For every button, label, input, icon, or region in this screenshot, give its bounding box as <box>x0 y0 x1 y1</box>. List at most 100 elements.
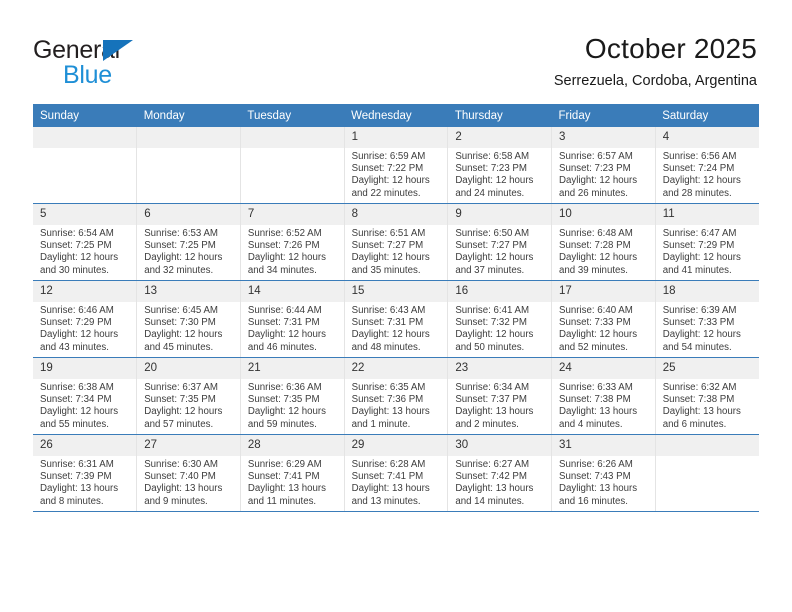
calendar-cell-empty <box>136 127 241 204</box>
day-sun-info: Sunrise: 6:51 AM Sunset: 7:27 PM Daylight:… <box>345 225 448 277</box>
daylight-text-line1: Daylight: 12 hours <box>40 406 119 418</box>
day-number: 23 <box>448 358 552 379</box>
calendar-day-cell[interactable]: 17 Sunrise: 6:40 AM Sunset: 7:33 PM Dayligh… <box>551 280 656 358</box>
daylight-text-line1: Daylight: 12 hours <box>247 329 326 341</box>
calendar-day-cell[interactable]: 12 Sunrise: 6:46 AM Sunset: 7:29 PM Dayligh… <box>33 280 137 358</box>
daylight-text-line2: and 37 minutes. <box>455 264 525 276</box>
day-number: 21 <box>240 358 344 379</box>
sunset-text: Sunset: 7:26 PM <box>247 240 320 252</box>
calendar-day-cell[interactable]: 16 Sunrise: 6:41 AM Sunset: 7:32 PM Dayligh… <box>447 280 552 358</box>
calendar-day-cell[interactable]: 2 Sunrise: 6:58 AM Sunset: 7:23 PM Daylight… <box>447 127 552 204</box>
daylight-text-line1: Daylight: 13 hours <box>40 483 119 495</box>
weekday-header-wednesday: Wednesday <box>344 104 448 127</box>
day-sun-info: Sunrise: 6:37 AM Sunset: 7:35 PM Daylight:… <box>137 379 240 431</box>
calendar-day-cell[interactable]: 25 Sunrise: 6:32 AM Sunset: 7:38 PM Dayligh… <box>654 357 759 435</box>
calendar-day-cell[interactable]: 1 Sunrise: 6:59 AM Sunset: 7:22 PM Daylight… <box>343 127 448 204</box>
day-number: 19 <box>33 358 137 379</box>
daylight-text-line2: and 50 minutes. <box>455 341 525 353</box>
daylight-text-line1: Daylight: 12 hours <box>247 406 326 418</box>
general-blue-logo[interactable]: General Blue <box>33 36 253 89</box>
day-sun-info: Sunrise: 6:26 AM Sunset: 7:43 PM Daylight:… <box>552 456 655 508</box>
daylight-text-line2: and 13 minutes. <box>351 495 421 507</box>
calendar-day-cell[interactable]: 4 Sunrise: 6:56 AM Sunset: 7:24 PM Daylight… <box>654 127 759 204</box>
calendar-day-cell[interactable]: 20 Sunrise: 6:37 AM Sunset: 7:35 PM Dayligh… <box>136 357 241 435</box>
day-number <box>137 127 240 148</box>
weekday-header-tuesday: Tuesday <box>240 104 345 127</box>
calendar-day-cell[interactable]: 10 Sunrise: 6:48 AM Sunset: 7:28 PM Dayligh… <box>551 203 656 281</box>
calendar-day-cell[interactable]: 13 Sunrise: 6:45 AM Sunset: 7:30 PM Dayligh… <box>136 280 241 358</box>
daylight-text-line1: Daylight: 12 hours <box>144 406 223 418</box>
day-sun-info: Sunrise: 6:54 AM Sunset: 7:25 PM Daylight:… <box>33 225 136 277</box>
calendar-day-cell[interactable]: 27 Sunrise: 6:30 AM Sunset: 7:40 PM Dayligh… <box>136 434 241 512</box>
daylight-text-line1: Daylight: 12 hours <box>351 252 430 264</box>
location-subtitle: Serrezuela, Cordoba, Argentina <box>553 73 757 89</box>
weekday-header-saturday: Saturday <box>655 104 759 127</box>
calendar-day-cell[interactable]: 28 Sunrise: 6:29 AM Sunset: 7:41 PM Dayligh… <box>239 434 345 512</box>
sunset-text: Sunset: 7:35 PM <box>144 394 216 406</box>
day-sun-info: Sunrise: 6:56 AM Sunset: 7:24 PM Daylight:… <box>656 148 759 200</box>
calendar-day-cell[interactable]: 11 Sunrise: 6:47 AM Sunset: 7:29 PM Dayligh… <box>654 203 759 281</box>
day-number <box>655 435 759 456</box>
calendar-day-cell[interactable]: 24 Sunrise: 6:33 AM Sunset: 7:38 PM Dayligh… <box>551 357 656 435</box>
day-number <box>240 127 344 148</box>
sunset-text: Sunset: 7:28 PM <box>559 240 631 252</box>
calendar-day-cell[interactable]: 15 Sunrise: 6:43 AM Sunset: 7:31 PM Dayligh… <box>343 280 448 358</box>
daylight-text-line2: and 16 minutes. <box>559 495 628 507</box>
day-sun-info: Sunrise: 6:43 AM Sunset: 7:31 PM Daylight:… <box>345 302 448 354</box>
calendar-day-cell[interactable]: 18 Sunrise: 6:39 AM Sunset: 7:33 PM Dayligh… <box>654 280 759 358</box>
day-number: 15 <box>344 281 448 302</box>
sunset-text: Sunset: 7:27 PM <box>351 240 424 252</box>
sunrise-text: Sunrise: 6:43 AM <box>351 305 426 316</box>
day-number: 3 <box>552 127 655 148</box>
sunset-text: Sunset: 7:22 PM <box>351 163 424 175</box>
calendar-day-cell[interactable]: 29 Sunrise: 6:28 AM Sunset: 7:41 PM Dayligh… <box>343 434 448 512</box>
daylight-text-line1: Daylight: 13 hours <box>559 483 638 495</box>
sunrise-text: Sunrise: 6:50 AM <box>455 228 530 239</box>
calendar-day-cell[interactable]: 30 Sunrise: 6:27 AM Sunset: 7:42 PM Dayligh… <box>447 434 552 512</box>
daylight-text-line1: Daylight: 13 hours <box>351 483 430 495</box>
calendar-day-cell[interactable]: 21 Sunrise: 6:36 AM Sunset: 7:35 PM Dayligh… <box>239 357 345 435</box>
daylight-text-line2: and 43 minutes. <box>40 341 109 353</box>
calendar-day-cell[interactable]: 5 Sunrise: 6:54 AM Sunset: 7:25 PM Daylight… <box>33 203 137 281</box>
day-sun-info: Sunrise: 6:57 AM Sunset: 7:23 PM Daylight:… <box>552 148 655 200</box>
sunset-text: Sunset: 7:34 PM <box>40 394 112 406</box>
calendar-day-cell[interactable]: 22 Sunrise: 6:35 AM Sunset: 7:36 PM Dayligh… <box>343 357 448 435</box>
day-number: 24 <box>552 358 655 379</box>
calendar-day-cell[interactable]: 9 Sunrise: 6:50 AM Sunset: 7:27 PM Daylight… <box>447 203 552 281</box>
calendar-day-cell[interactable]: 26 Sunrise: 6:31 AM Sunset: 7:39 PM Dayligh… <box>33 434 137 512</box>
sunrise-text: Sunrise: 6:57 AM <box>559 151 633 162</box>
day-number: 1 <box>344 127 448 148</box>
daylight-text-line1: Daylight: 12 hours <box>455 252 534 264</box>
calendar-cell-empty <box>654 434 759 512</box>
calendar-day-cell[interactable]: 14 Sunrise: 6:44 AM Sunset: 7:31 PM Dayligh… <box>239 280 345 358</box>
day-number: 22 <box>344 358 448 379</box>
daylight-text-line2: and 1 minute. <box>351 418 411 430</box>
calendar-day-cell[interactable]: 31 Sunrise: 6:26 AM Sunset: 7:43 PM Dayligh… <box>551 434 656 512</box>
calendar-day-cell[interactable]: 8 Sunrise: 6:51 AM Sunset: 7:27 PM Daylight… <box>343 203 448 281</box>
sunset-text: Sunset: 7:36 PM <box>351 394 424 406</box>
calendar-cell-empty <box>33 127 137 204</box>
day-number: 27 <box>137 435 240 456</box>
daylight-text-line2: and 55 minutes. <box>40 418 109 430</box>
sunrise-text: Sunrise: 6:45 AM <box>144 305 218 316</box>
day-sun-info: Sunrise: 6:29 AM Sunset: 7:41 PM Daylight:… <box>241 456 344 508</box>
daylight-text-line1: Daylight: 12 hours <box>662 175 741 187</box>
sunset-text: Sunset: 7:33 PM <box>662 317 735 329</box>
day-sun-info: Sunrise: 6:46 AM Sunset: 7:29 PM Daylight:… <box>33 302 136 354</box>
daylight-text-line2: and 4 minutes. <box>559 418 623 430</box>
calendar-day-cell[interactable]: 6 Sunrise: 6:53 AM Sunset: 7:25 PM Daylight… <box>136 203 241 281</box>
sunrise-text: Sunrise: 6:29 AM <box>247 459 322 470</box>
day-number: 5 <box>33 204 137 225</box>
calendar-day-cell[interactable]: 3 Sunrise: 6:57 AM Sunset: 7:23 PM Daylight… <box>551 127 656 204</box>
calendar-day-cell[interactable]: 7 Sunrise: 6:52 AM Sunset: 7:26 PM Daylight… <box>239 203 345 281</box>
weekday-header-thursday: Thursday <box>447 104 552 127</box>
day-number: 30 <box>448 435 552 456</box>
calendar-day-cell[interactable]: 19 Sunrise: 6:38 AM Sunset: 7:34 PM Dayligh… <box>33 357 137 435</box>
sunrise-text: Sunrise: 6:44 AM <box>247 305 322 316</box>
daylight-text-line2: and 54 minutes. <box>662 341 732 353</box>
daylight-text-line1: Daylight: 12 hours <box>40 252 119 264</box>
calendar-day-cell[interactable]: 23 Sunrise: 6:34 AM Sunset: 7:37 PM Dayligh… <box>447 357 552 435</box>
sunset-text: Sunset: 7:23 PM <box>455 163 527 175</box>
day-sun-info: Sunrise: 6:40 AM Sunset: 7:33 PM Daylight:… <box>552 302 655 354</box>
sunrise-text: Sunrise: 6:39 AM <box>662 305 737 316</box>
